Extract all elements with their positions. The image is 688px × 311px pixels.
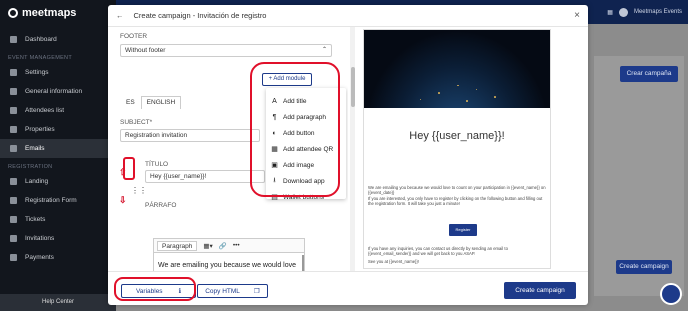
arrow-up-icon: ⇧ [119, 167, 127, 177]
preview-body-3: If you have any inquiries, you can conta… [368, 246, 508, 256]
subject-input[interactable]: Registration invitation [120, 129, 260, 142]
editor-toolbar: Paragraph ▦▾ 🔗 ••• [153, 238, 305, 252]
menu-item-add-attendee-qr[interactable]: ▦ Add attendee QR [266, 141, 346, 157]
paragraph-editor[interactable]: We are emailing you because we would lov… [153, 252, 305, 271]
account-name: Meetmaps Events [633, 9, 682, 15]
sidebar-item-landing[interactable]: Landing [0, 172, 116, 191]
preview-body-4: See you at {{event_name}}! [368, 259, 419, 264]
toggle-icon: ◐ [272, 129, 277, 137]
background-create-campaign-button-es[interactable]: Crear campaña [620, 66, 678, 82]
close-icon[interactable]: × [574, 10, 580, 21]
paragraph-icon: ¶ [272, 113, 277, 121]
sidebar: meetmaps Dashboard EVENT MANAGEMENT Sett… [0, 0, 116, 311]
tab-english[interactable]: ENGLISH [140, 96, 182, 109]
dashboard-icon [10, 36, 17, 43]
sidebar-item-registration-form[interactable]: Registration Form [0, 191, 116, 210]
sidebar-item-invitations[interactable]: Invitations [0, 229, 116, 248]
sidebar-item-dashboard[interactable]: Dashboard [0, 30, 116, 49]
menu-item-add-paragraph[interactable]: ¶ Add paragraph [266, 109, 346, 125]
title-icon: A [272, 97, 277, 105]
link-icon[interactable]: 🔗 [219, 242, 227, 250]
add-module-button[interactable]: + Add module [262, 73, 312, 86]
arrow-down-icon: ⇩ [119, 195, 127, 205]
chevron-down-icon: ⌃ [321, 47, 327, 53]
paragraph-style-select[interactable]: Paragraph [157, 240, 198, 251]
create-campaign-modal: ← Create campaign - Invitación de regist… [108, 5, 588, 305]
email-preview: Hey {{user_name}}! We are emailing you b… [363, 29, 551, 269]
sidebar-item-emails[interactable]: Emails [0, 139, 116, 158]
brand-name: meetmaps [22, 7, 77, 19]
info-icon: ℹ [178, 288, 182, 295]
properties-icon [10, 126, 17, 133]
table-icon[interactable]: ▦▾ [203, 242, 212, 250]
parrafo-label: PÁRRAFO [145, 202, 177, 209]
info-icon [10, 88, 17, 95]
users-icon [10, 107, 17, 114]
copy-icon: ❐ [253, 288, 260, 295]
wallet-icon: ▤ [271, 194, 278, 201]
preview-body-2: If you are interested, you only have to … [368, 196, 543, 206]
top-bar-account[interactable]: ▦ Meetmaps Events [607, 0, 682, 24]
preview-register-button: Register [449, 224, 477, 236]
help-center-link[interactable]: Help Center [0, 294, 116, 311]
menu-item-download-app[interactable]: ⭳ Download app [266, 173, 346, 189]
copy-html-button[interactable]: Copy HTML ❐ [197, 284, 268, 298]
gear-icon [10, 69, 17, 76]
preview-body-1: We are emailing you because we would lov… [368, 185, 546, 195]
preview-heading: Hey {{user_name}}! [409, 130, 505, 142]
modal-footer: Variables ℹ Copy HTML ❐ Create campaign [108, 271, 588, 305]
landing-icon [10, 178, 17, 185]
email-preview-panel: Hey {{user_name}}! We are emailing you b… [355, 27, 588, 271]
chat-icon[interactable] [660, 283, 682, 305]
sidebar-item-general-information[interactable]: General information [0, 82, 116, 101]
modal-title: Create campaign - Invitación de registro [133, 11, 267, 20]
grid-icon: ▦ [607, 9, 613, 16]
tab-es[interactable]: ES [120, 96, 141, 109]
background-create-campaign-button[interactable]: Create campaign [616, 260, 672, 274]
footer-select[interactable]: Without footer ⌃ [120, 44, 332, 57]
back-arrow-icon[interactable]: ← [116, 11, 124, 20]
meetmaps-logo-icon [8, 8, 18, 18]
campaign-editor-panel: FOOTER Without footer ⌃ + Add module ES E… [116, 27, 348, 271]
header-image [364, 30, 550, 108]
email-icon [10, 145, 17, 152]
brand-logo[interactable]: meetmaps [0, 0, 116, 26]
menu-item-add-image[interactable]: ▣ Add image [266, 157, 346, 173]
ticket-icon [10, 216, 17, 223]
sidebar-item-settings[interactable]: Settings [0, 63, 116, 82]
form-icon [10, 197, 17, 204]
subject-label: SUBJECT* [120, 119, 153, 126]
menu-item-wallet-buttons[interactable]: ▤ Wallet buttons [266, 189, 346, 205]
add-module-menu: A Add title ¶ Add paragraph ◐ Add button ▦ A… [266, 88, 346, 201]
editor-scrollbar[interactable] [302, 255, 304, 271]
sidebar-item-payments[interactable]: Payments [0, 248, 116, 267]
menu-item-add-button[interactable]: ◐ Add button [266, 125, 346, 141]
sidebar-item-tickets[interactable]: Tickets [0, 210, 116, 229]
drag-handle-icon[interactable]: ⋮⋮ [131, 186, 147, 195]
image-icon: ▣ [271, 162, 278, 169]
menu-item-add-title[interactable]: A Add title [266, 93, 346, 109]
sidebar-section-event: EVENT MANAGEMENT [8, 55, 72, 61]
titulo-input[interactable]: Hey {{user_name}}! [145, 170, 265, 183]
sidebar-item-attendees-list[interactable]: Attendees list [0, 101, 116, 120]
payment-icon [10, 254, 17, 261]
download-icon: ⭳ [273, 176, 276, 184]
modal-header: ← Create campaign - Invitación de regist… [108, 5, 588, 27]
titulo-label: TÍTULO [145, 161, 169, 168]
sidebar-item-properties[interactable]: Properties [0, 120, 116, 139]
footer-label: FOOTER [120, 33, 148, 40]
invitation-icon [10, 235, 17, 242]
variables-button[interactable]: Variables ℹ [121, 284, 196, 298]
create-campaign-button[interactable]: Create campaign [504, 282, 576, 299]
sidebar-section-registration: REGISTRATION [8, 164, 53, 170]
avatar [618, 7, 628, 17]
language-tabs: ES ENGLISH [120, 96, 182, 109]
more-icon[interactable]: ••• [233, 242, 240, 249]
qr-icon: ▦ [271, 146, 278, 153]
